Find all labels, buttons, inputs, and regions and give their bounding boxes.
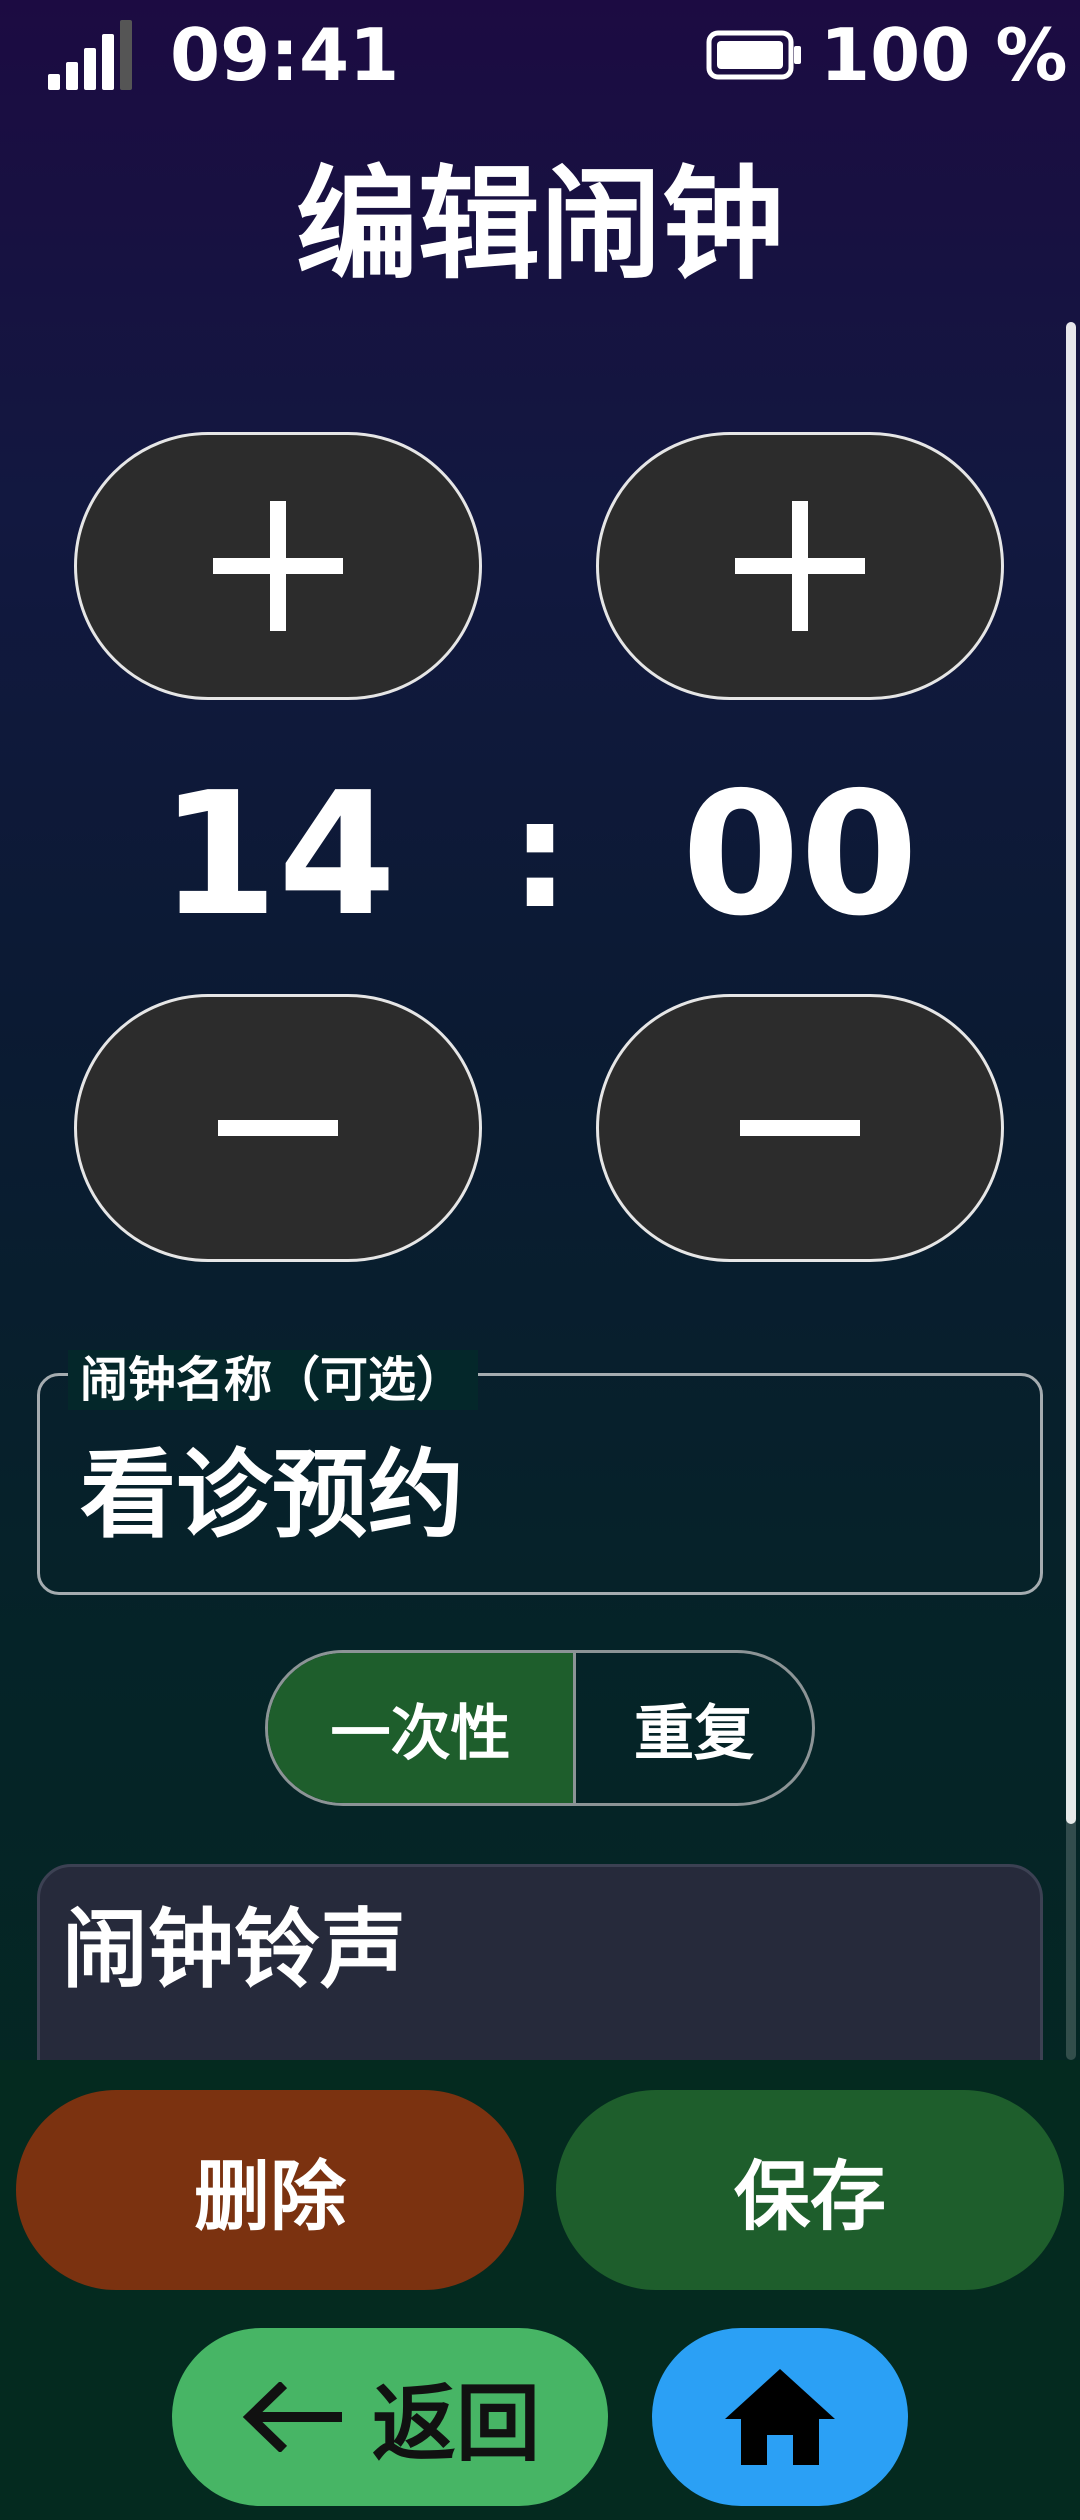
alarm-name-label: 闹钟名称（可选） <box>68 1350 479 1410</box>
back-button[interactable]: 返回 <box>172 2328 608 2506</box>
minus-icon <box>218 1120 338 1136</box>
delete-button[interactable]: 删除 <box>16 2090 524 2290</box>
battery-percentage: 100 % <box>820 13 1068 97</box>
minute-decrement-button[interactable] <box>596 994 1004 1262</box>
back-label: 返回 <box>371 2374 540 2473</box>
arrow-left-icon <box>242 2382 342 2452</box>
option-once[interactable]: 一次性 <box>268 1653 576 1803</box>
scrollbar-thumb[interactable] <box>1066 322 1076 1824</box>
page-title: 编辑闹钟 <box>296 154 784 296</box>
battery-icon <box>706 30 802 80</box>
save-button[interactable]: 保存 <box>556 2090 1064 2290</box>
minus-icon <box>740 1120 860 1136</box>
hour-decrement-button[interactable] <box>74 994 482 1262</box>
plus-icon <box>213 501 343 631</box>
minute-value: 00 <box>681 756 919 954</box>
frequency-toggle: 一次性 重复 <box>265 1650 815 1806</box>
time-separator: : <box>510 768 570 942</box>
option-repeat[interactable]: 重复 <box>576 1653 812 1803</box>
alarm-name-value[interactable]: 看诊预约 <box>80 1440 464 1550</box>
hour-value: 14 <box>159 756 397 954</box>
home-icon <box>725 2369 835 2465</box>
plus-icon <box>735 501 865 631</box>
signal-strength-icon <box>48 20 148 90</box>
home-button[interactable] <box>652 2328 908 2506</box>
ringtone-label: 闹钟铃声 <box>62 1900 406 2000</box>
minute-increment-button[interactable] <box>596 432 1004 700</box>
status-time: 09:41 <box>170 13 400 97</box>
hour-increment-button[interactable] <box>74 432 482 700</box>
